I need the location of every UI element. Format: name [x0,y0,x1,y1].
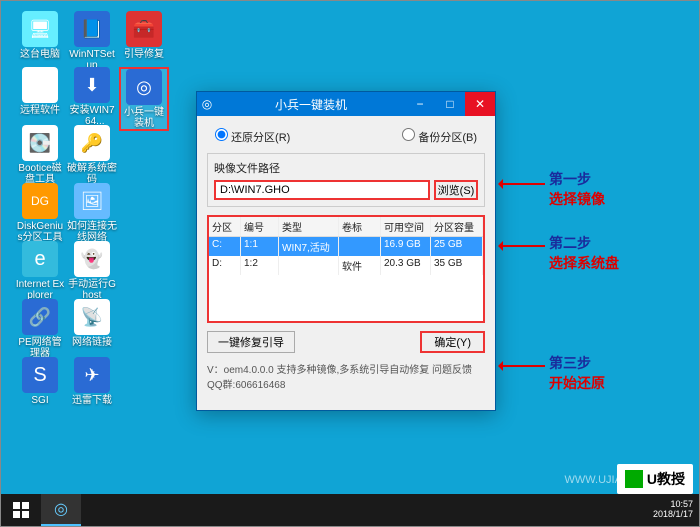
arrow-icon [499,365,545,367]
image-path-input[interactable] [214,180,430,200]
table-row[interactable]: C:1:1WIN7,活动16.9 GB25 GB [209,237,483,256]
desktop-icon[interactable]: eInternet Explorer [15,241,65,301]
taskbar-app[interactable]: ◎ [41,494,81,526]
arrow-icon [499,183,545,185]
desktop-icon[interactable]: 🖼如何连接无线网络 [67,183,117,243]
desktop-icon[interactable]: 🔑破解系统密码 [67,125,117,185]
start-button[interactable] [1,494,41,526]
desktop-icon[interactable]: 📘WinNTSetup [67,11,117,71]
app-window: ◎ 小兵一键装机 − □ ✕ 还原分区(R) 备份分区(B) 映像文件路径 浏览… [196,91,496,411]
desktop-icon[interactable]: 🖵远程软件 [15,67,65,116]
restore-radio[interactable]: 还原分区(R) [215,128,290,145]
arrow-icon [499,245,545,247]
desktop-icon[interactable]: ◎小兵一键装机 [119,67,169,131]
version-info: V：oem4.0.0.0 支持多种镜像,多系统引导自动修复 问题反馈QQ群:60… [207,361,485,391]
maximize-button[interactable]: □ [435,92,465,116]
brand-logo: U教授 [617,464,693,494]
desktop-icon[interactable]: SSGI [15,357,65,406]
desktop-icon[interactable]: DGDiskGenius分区工具 [15,183,65,243]
desktop-icon[interactable]: 🔗PE网络管理器 [15,299,65,359]
annotation: 第二步选择系统盘 [549,233,619,273]
column-header[interactable]: 卷标 [339,217,381,236]
desktop-icon[interactable]: 💽Bootice磁盘工具 [15,125,65,185]
backup-radio[interactable]: 备份分区(B) [402,128,477,145]
column-header[interactable]: 编号 [241,217,279,236]
annotation: 第一步选择镜像 [549,169,605,209]
titlebar[interactable]: ◎ 小兵一键装机 − □ ✕ [197,92,495,116]
partition-table[interactable]: 分区编号类型卷标可用空间分区容量 C:1:1WIN7,活动16.9 GB25 G… [207,215,485,323]
browse-button[interactable]: 浏览(S) [434,180,478,200]
desktop-icon[interactable]: 👻手动运行Ghost [67,241,117,301]
desktop-icon[interactable]: 🧰引导修复 [119,11,169,60]
path-label: 映像文件路径 [214,160,478,176]
column-header[interactable]: 类型 [279,217,339,236]
desktop-icon[interactable]: 📡网络链接 [67,299,117,348]
minimize-button[interactable]: − [405,92,435,116]
system-tray[interactable]: 10:572018/1/17 [653,500,699,520]
column-header[interactable]: 可用空间 [381,217,431,236]
ok-button[interactable]: 确定(Y) [420,331,485,353]
desktop-icon[interactable]: ✈迅雷下载 [67,357,117,406]
repair-boot-button[interactable]: 一键修复引导 [207,331,295,353]
table-row[interactable]: D:1:2软件20.3 GB35 GB [209,256,483,275]
desktop-icon[interactable]: ⬇安装WIN7_64... [67,67,117,127]
taskbar: ◎ 10:572018/1/17 [1,494,699,526]
desktop-icon[interactable]: 🖥这台电脑 [15,11,65,60]
app-icon: ◎ [197,97,217,111]
close-button[interactable]: ✕ [465,92,495,116]
annotation: 第三步开始还原 [549,353,605,393]
column-header[interactable]: 分区容量 [431,217,483,236]
column-header[interactable]: 分区 [209,217,241,236]
window-title: 小兵一键装机 [217,96,405,113]
